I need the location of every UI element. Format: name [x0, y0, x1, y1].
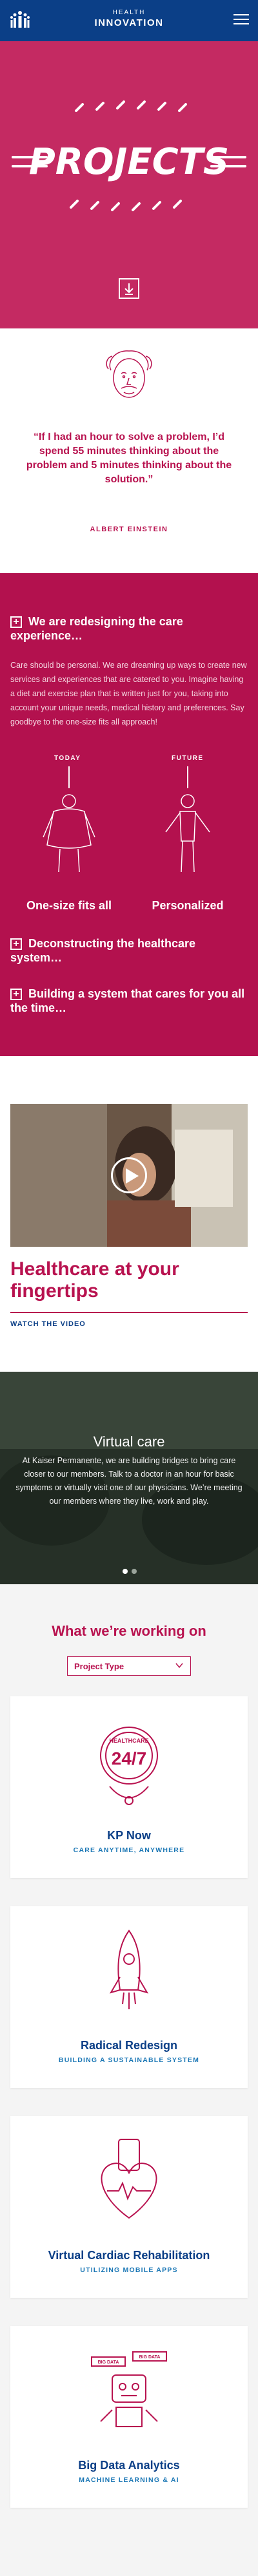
project-card-radical-redesign[interactable]: Radical Redesign BUILDING A SUSTAINABLE … — [10, 1906, 248, 2088]
card-title: KP Now — [107, 1829, 151, 1842]
rocket-icon — [109, 1929, 149, 2009]
virtual-care-title: Virtual care — [93, 1434, 165, 1450]
care-heading-building[interactable]: + Building a system that cares for you al… — [10, 987, 248, 1015]
care-heading-text: Building a system that cares for you all… — [10, 987, 245, 1014]
card-title: Radical Redesign — [80, 2039, 178, 2052]
tag-left-text: BIG DATA — [98, 2360, 119, 2365]
plus-icon: + — [10, 938, 22, 951]
arrow-down-icon[interactable] — [119, 278, 139, 299]
play-icon[interactable] — [111, 1157, 147, 1193]
care-heading-redesign[interactable]: + We are redesigning the care experience… — [10, 614, 248, 643]
quote-section: “If I had an hour to solve a problem, I’… — [0, 328, 258, 573]
card-subtitle: UTILIZING MOBILE APPS — [80, 2266, 178, 2274]
one-size-figure-icon — [43, 794, 95, 873]
project-type-select[interactable]: Project Type — [67, 1656, 191, 1676]
hamburger-icon[interactable] — [233, 14, 249, 26]
future-line — [187, 766, 188, 788]
today-label: TODAY — [54, 755, 81, 762]
brand-wordmark[interactable]: HEALTH INNOVATION — [0, 9, 258, 28]
project-type-label: Project Type — [74, 1662, 124, 1671]
chevron-down-icon — [175, 1663, 183, 1669]
virtual-care-carousel: Virtual care At Kaiser Permanente, we ar… — [0, 1372, 258, 1584]
quote-text: “If I had an hour to solve a problem, I’… — [26, 431, 232, 485]
today-line — [68, 766, 70, 788]
care-heading-text: We are redesigning the care experience… — [10, 615, 183, 642]
project-card-big-data[interactable]: BIG DATA BIG DATA Big Data Analytics MAC… — [10, 2326, 248, 2508]
badge-top-text: HEALTHCARE — [109, 1738, 148, 1744]
project-card-virtual-cardiac[interactable]: Virtual Cardiac Rehabilitation UTILIZING… — [10, 2116, 248, 2298]
watch-video-link[interactable]: WATCH THE VIDEO — [10, 1320, 86, 1328]
card-subtitle: MACHINE LEARNING & AI — [79, 2476, 179, 2484]
carousel-dot-2[interactable] — [132, 1569, 137, 1574]
plus-icon: + — [10, 616, 22, 629]
plus-icon: + — [10, 989, 22, 1001]
video-section: Healthcare at your fingertips WATCH THE … — [0, 1056, 258, 1372]
projects-hero-title: PROJECTS — [12, 100, 246, 211]
robot-data-icon: BIG DATA BIG DATA — [91, 2351, 167, 2427]
heart-phone-icon — [101, 2139, 157, 2219]
einstein-portrait-icon — [106, 350, 152, 398]
project-card-kp-now[interactable]: HEALTHCARE 24/7 KP Now CARE ANYTIME, ANY… — [10, 1696, 248, 1878]
personalized-figure-icon — [165, 794, 210, 873]
video-thumbnail[interactable] — [10, 1104, 248, 1247]
quote-author: ALBERT EINSTEIN — [90, 526, 168, 533]
video-title: Healthcare at your fingertips — [10, 1258, 179, 1302]
care-body-text: Care should be personal. We are dreaming… — [10, 661, 247, 726]
care-heading-deconstructing[interactable]: + Deconstructing the healthcare system… — [10, 936, 248, 965]
healthcare-247-icon: HEALTHCARE 24/7 — [100, 1727, 158, 1805]
working-on-title: What we’re working on — [52, 1623, 206, 1639]
virtual-care-body: At Kaiser Permanente, we are building br… — [15, 1456, 243, 1506]
care-heading-text: Deconstructing the healthcare system… — [10, 937, 196, 964]
care-section: + We are redesigning the care experience…… — [0, 573, 258, 1056]
badge-num-text: 24/7 — [112, 1748, 147, 1768]
future-label: FUTURE — [172, 755, 204, 762]
card-title: Virtual Cardiac Rehabilitation — [48, 2249, 210, 2262]
brand-small-text: HEALTH — [112, 9, 146, 16]
hero-section: PROJECTS — [0, 41, 258, 328]
site-header: HEALTH INNOVATION — [0, 0, 258, 41]
brand-big-text: INNOVATION — [94, 17, 164, 28]
hero-title-text: PROJECTS — [29, 141, 230, 183]
video-divider — [10, 1312, 248, 1313]
card-title: Big Data Analytics — [78, 2459, 180, 2472]
tag-right-text: BIG DATA — [139, 2355, 161, 2360]
carousel-dot-1[interactable] — [123, 1569, 128, 1574]
card-subtitle: CARE ANYTIME, ANYWHERE — [73, 1846, 185, 1854]
card-subtitle: BUILDING A SUSTAINABLE SYSTEM — [58, 2056, 200, 2064]
projects-list-section: What we’re working on Project Type HEALT… — [0, 1584, 258, 2576]
today-caption: One-size fits all — [26, 899, 112, 912]
future-caption: Personalized — [152, 899, 224, 912]
